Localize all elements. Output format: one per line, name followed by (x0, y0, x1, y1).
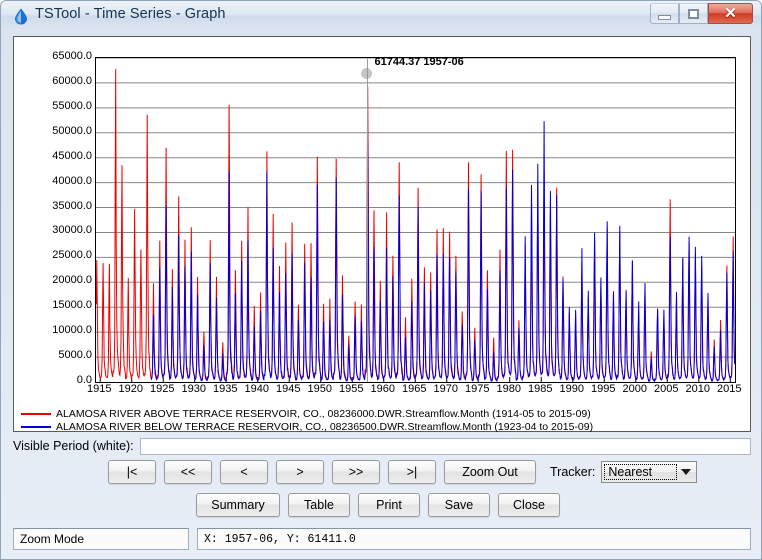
y-axis-tick-label: 30000.0 (52, 224, 92, 237)
status-bar: Zoom Mode X: 1957-06, Y: 61411.0 (13, 528, 751, 550)
tracker-selected-value: Nearest (608, 465, 653, 479)
x-axis-tick-label: 1990 (559, 383, 584, 395)
tracker-dropdown-value-box: Nearest (604, 464, 678, 480)
x-axis-tick-label: 2000 (622, 383, 648, 395)
window-title: TSTool - Time Series - Graph (35, 6, 226, 22)
x-axis-tick-label: 1980 (496, 383, 521, 395)
nav-next-fast-button[interactable]: >> (332, 460, 380, 484)
y-axis-tick-labels: 0.0 5000.0 10000.0 15000.0 20000.0 25000.0 300… (14, 37, 92, 431)
nav-first-button[interactable]: |< (108, 460, 156, 484)
plot-area[interactable] (95, 57, 736, 383)
x-axis-tick-label: 1925 (149, 383, 175, 395)
maximize-icon (688, 8, 699, 19)
legend-color-swatch (21, 425, 51, 428)
y-axis-tick-label: 45000.0 (52, 149, 92, 162)
time-series-lines (96, 57, 735, 382)
table-button[interactable]: Table (288, 493, 350, 517)
visible-period-label: Visible Period (white): (13, 439, 134, 453)
data-point-annotation: 61744.37 1957-06 (374, 56, 464, 69)
y-axis-tick-label: 55000.0 (52, 99, 92, 112)
maximize-button[interactable] (679, 3, 708, 24)
summary-button[interactable]: Summary (196, 493, 280, 517)
x-axis-tick-label: 1945 (275, 383, 301, 395)
x-axis-tick-label: 2010 (685, 383, 711, 395)
status-coordinates-panel: X: 1957-06, Y: 61411.0 (197, 528, 751, 550)
action-toolbar: Summary Table Print Save Close (1, 493, 762, 517)
status-mode-panel: Zoom Mode (13, 528, 189, 550)
close-icon: ✕ (724, 5, 737, 22)
legend-item-label: ALAMOSA RIVER ABOVE TERRACE RESERVOIR, C… (56, 407, 591, 420)
chevron-down-icon (681, 469, 692, 475)
save-button[interactable]: Save (428, 493, 490, 517)
close-button[interactable]: Close (498, 493, 560, 517)
water-drop-icon (15, 8, 27, 25)
x-axis-tick-label: 1950 (307, 383, 332, 395)
x-axis-tick-labels: 1915 1920 1925 1930 1935 1940 1945 1950 1955 1960… (14, 383, 750, 403)
x-axis-tick-label: 1920 (118, 383, 143, 395)
tracker-point-marker (360, 67, 372, 79)
y-axis-tick-label: 65000.0 (52, 50, 92, 62)
nav-prev-button[interactable]: < (220, 460, 268, 484)
y-axis-tick-label: 35000.0 (52, 199, 92, 212)
legend-item[interactable]: ALAMOSA RIVER ABOVE TERRACE RESERVOIR, C… (13, 407, 743, 420)
title-bar: TSTool - Time Series - Graph ✕ (1, 1, 761, 31)
x-axis-tick-label: 1970 (433, 383, 458, 395)
y-axis-tick-label: 15000.0 (52, 299, 92, 312)
legend-item[interactable]: ALAMOSA RIVER BELOW TERRACE RESERVOIR, C… (13, 420, 743, 433)
print-button[interactable]: Print (358, 493, 420, 517)
y-axis-tick-label: 20000.0 (52, 274, 92, 287)
zoom-out-button[interactable]: Zoom Out (444, 460, 536, 484)
x-axis-tick-label: 1960 (370, 383, 395, 395)
tracker-dropdown[interactable]: Nearest (601, 461, 698, 483)
y-axis-tick-label: 5000.0 (58, 349, 92, 362)
legend-color-swatch (21, 412, 51, 415)
minimize-icon (658, 14, 671, 20)
x-axis-tick-label: 1915 (86, 383, 112, 395)
x-axis-tick-label: 1940 (244, 383, 269, 395)
graph-panel[interactable]: ACFT 0.05000.010000.015000.020000.025000… (13, 36, 751, 432)
y-axis-tick-label: 60000.0 (52, 74, 92, 87)
y-axis-tick-label: 50000.0 (52, 124, 92, 137)
legend-item-label: ALAMOSA RIVER BELOW TERRACE RESERVOIR, C… (56, 420, 594, 433)
legend: ALAMOSA RIVER ABOVE TERRACE RESERVOIR, C… (13, 407, 743, 433)
minimize-button[interactable] (650, 3, 679, 24)
nav-next-button[interactable]: > (276, 460, 324, 484)
navigation-toolbar: |< << < > >> >| Zoom Out Tracker: Neares… (1, 460, 762, 484)
x-axis-tick-label: 1975 (465, 383, 490, 395)
nav-last-button[interactable]: >| (388, 460, 436, 484)
close-window-button[interactable]: ✕ (708, 3, 753, 24)
x-axis-tick-label: 1985 (528, 383, 553, 395)
x-axis-tick-label: 1930 (181, 383, 206, 395)
x-axis-tick-label: 1965 (401, 383, 427, 395)
x-axis-tick-label: 1935 (212, 383, 238, 395)
x-axis-tick-label: 1955 (338, 383, 364, 395)
x-axis-tick-label: 2005 (654, 383, 679, 395)
visible-period-row: Visible Period (white): (13, 436, 751, 456)
tracker-label: Tracker: (550, 465, 596, 479)
tstool-graph-window: TSTool - Time Series - Graph ✕ ACFT 0.05… (0, 0, 762, 560)
y-axis-tick-label: 40000.0 (52, 174, 92, 187)
y-axis-tick-label: 10000.0 (52, 324, 92, 337)
visible-period-field[interactable] (139, 437, 751, 455)
x-axis-tick-label: 1995 (591, 383, 616, 395)
y-axis-tick-label: 25000.0 (52, 249, 92, 262)
nav-prev-fast-button[interactable]: << (164, 460, 212, 484)
x-axis-tick-label: 2015 (717, 383, 742, 395)
